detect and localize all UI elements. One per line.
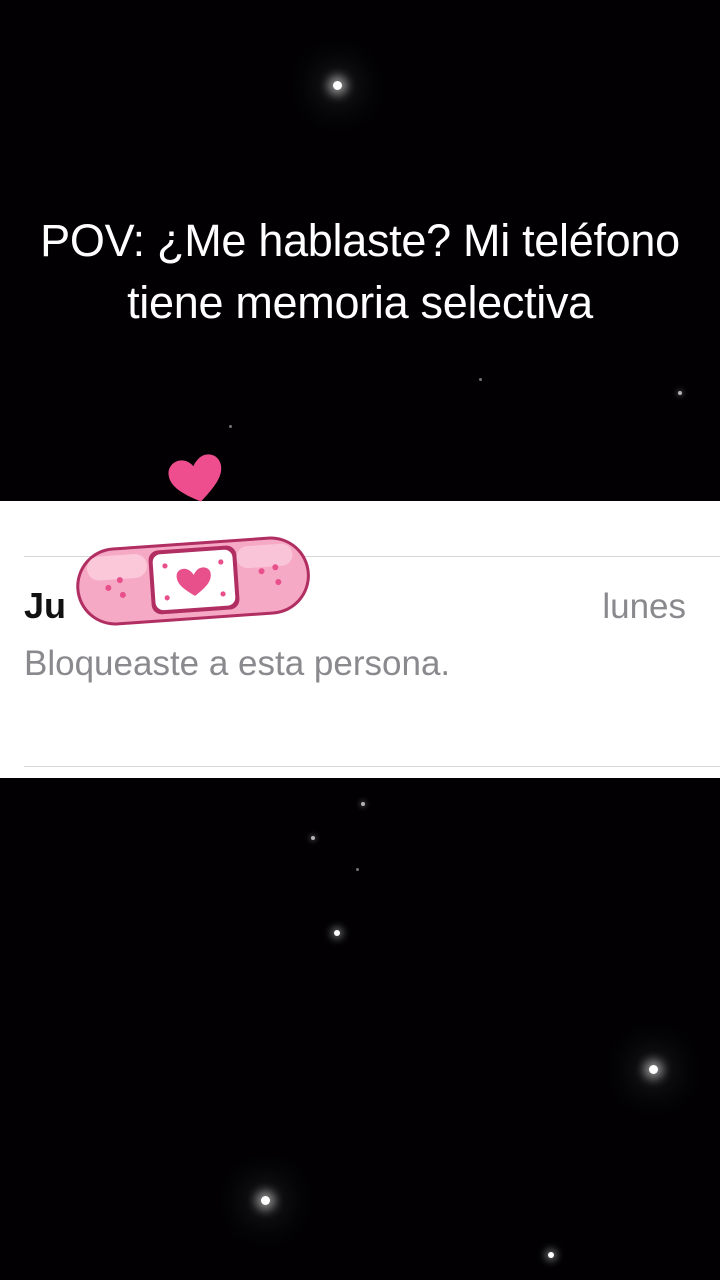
sparkle-star [649, 1065, 658, 1074]
sparkle-star [548, 1252, 554, 1258]
overlay-caption: POV: ¿Me hablaste? Mi teléfono tiene mem… [40, 215, 680, 328]
sparkle-star [229, 425, 232, 428]
sparkle-star [334, 930, 340, 936]
sparkle-star [479, 378, 482, 381]
message-date: lunes [602, 587, 686, 626]
sparkle-star [356, 868, 359, 871]
video-frame: POV: ¿Me hablaste? Mi teléfono tiene mem… [0, 0, 720, 1280]
sparkle-star [311, 836, 315, 840]
sparkle-star [361, 802, 365, 806]
sparkle-star [678, 391, 682, 395]
sparkle-star [261, 1196, 270, 1205]
bandage-sticker-icon [76, 536, 310, 626]
contact-name: Ju [24, 585, 67, 626]
divider-bottom [24, 766, 720, 767]
heart-icon [168, 454, 222, 502]
sparkle-star [333, 81, 342, 90]
message-preview: Bloqueaste a esta persona. [24, 644, 451, 683]
